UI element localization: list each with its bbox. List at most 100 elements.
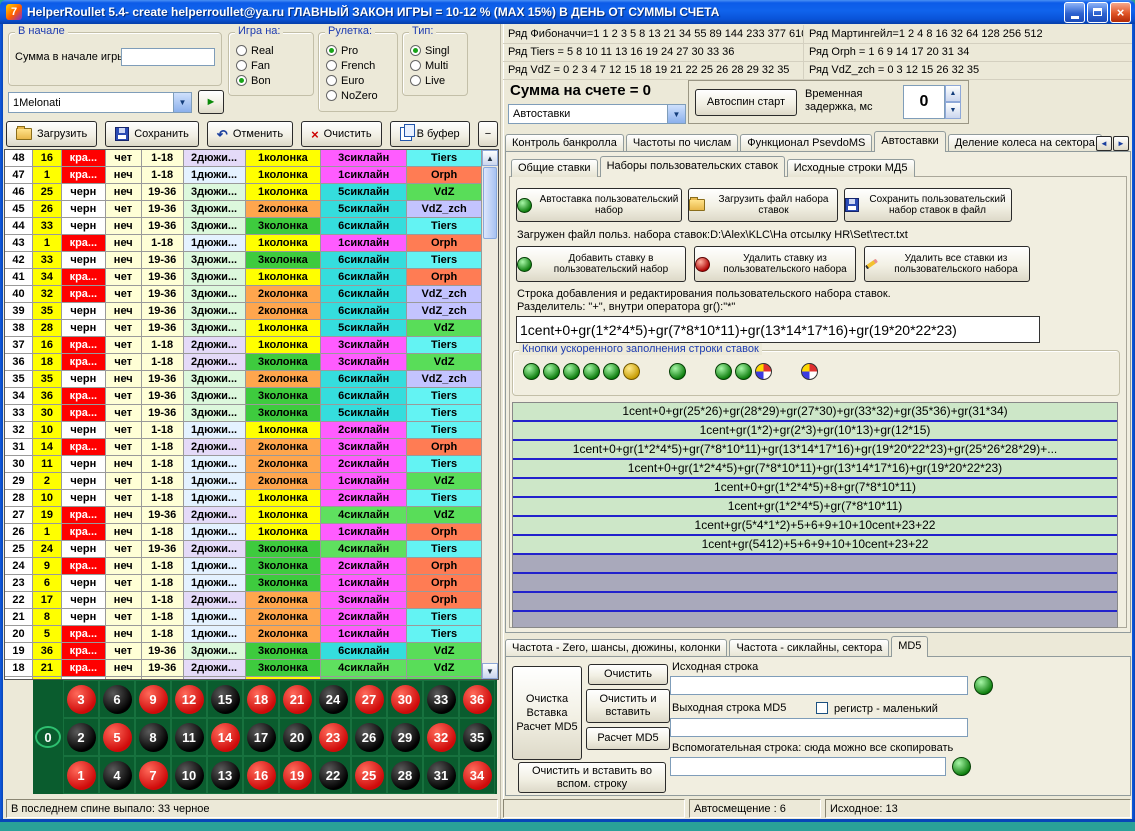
bet-list-item[interactable]: 1cent+gr(1*2*4*5)+gr(7*8*10*11) — [513, 498, 1117, 517]
table-row[interactable]: 4134кра...чет19-363дюжи...1колонка6сикла… — [5, 269, 481, 286]
sub-tab-3[interactable]: Исходные строки МД5 — [787, 159, 915, 177]
table-row[interactable]: 218чернчет1-181дюжи...2колонка2сиклайнTi… — [5, 609, 481, 626]
bet-list-item[interactable]: 1cent+0+gr(1*2*4*5)+8+gr(7*8*10*11) — [513, 479, 1117, 498]
board-cell[interactable]: 19 — [279, 756, 315, 794]
spinner-down-icon[interactable]: ▼ — [945, 102, 961, 119]
table-row[interactable]: 249кра...неч1-181дюжи...3колонка2сиклайн… — [5, 558, 481, 575]
board-cell[interactable]: 26 — [351, 718, 387, 756]
table-row[interactable]: 3716кра...чет1-182дюжи...1колонка3сиклай… — [5, 337, 481, 354]
radio-option-french[interactable]: French — [319, 58, 397, 73]
board-cell[interactable]: 4 — [99, 756, 135, 794]
autospin-start-button[interactable]: Автоспин старт — [695, 89, 797, 116]
board-cell[interactable]: 13 — [207, 756, 243, 794]
scrollbar-track[interactable] — [482, 240, 498, 663]
bottom-tab-3[interactable]: MD5 — [891, 636, 928, 657]
quick-chip-8[interactable] — [715, 363, 732, 380]
board-cell[interactable]: 1 — [63, 756, 99, 794]
bet-list-empty-row[interactable] — [513, 593, 1117, 612]
scroll-up-icon[interactable]: ▲ — [482, 150, 498, 166]
quick-chip-1[interactable] — [523, 363, 540, 380]
start-sum-input[interactable] — [121, 48, 215, 66]
board-cell[interactable]: 29 — [387, 718, 423, 756]
table-row[interactable]: 2524чернчет19-362дюжи...3колонка4сиклайн… — [5, 541, 481, 558]
board-cell[interactable]: 32 — [423, 718, 459, 756]
board-cell[interactable]: 27 — [351, 680, 387, 718]
minimize-button[interactable] — [1064, 2, 1085, 23]
board-cell[interactable]: 7 — [135, 756, 171, 794]
tab-scroll-right-icon[interactable]: ► — [1113, 136, 1129, 151]
delay-spinner[interactable]: 0 — [903, 85, 945, 119]
board-cell[interactable]: 5 — [99, 718, 135, 756]
table-scrollbar[interactable]: ▲ ▼ — [481, 150, 498, 679]
radio-option-multi[interactable]: Multi — [403, 58, 467, 73]
radio-option-euro[interactable]: Euro — [319, 73, 397, 88]
table-row[interactable]: 1722чернчет19-362дюжи...1колонка4сиклайн… — [5, 677, 481, 679]
board-cell[interactable]: 10 — [171, 756, 207, 794]
md5-source-action-button[interactable] — [974, 676, 993, 695]
board-cell[interactable]: 8 — [135, 718, 171, 756]
quick-chip-7[interactable] — [669, 363, 686, 380]
collapse-button[interactable]: − — [478, 121, 498, 147]
radio-option-nozero[interactable]: NoZero — [319, 88, 397, 103]
table-row[interactable]: 431кра...неч1-181дюжи...1колонка1сиклайн… — [5, 235, 481, 252]
main-tab-5[interactable]: Деление колеса на сектора — [948, 134, 1102, 152]
board-cell[interactable]: 31 — [423, 756, 459, 794]
save-bet-set-file-button[interactable]: Сохранить пользовательский набор ставок … — [844, 188, 1012, 222]
board-cell[interactable]: 23 — [315, 718, 351, 756]
load-bet-set-file-button[interactable]: Загрузить файл набора ставок — [688, 188, 838, 222]
table-row[interactable]: 4816кра...чет1-182дюжи...1колонка3сиклай… — [5, 150, 481, 167]
radio-option-pro[interactable]: Pro — [319, 43, 397, 58]
table-row[interactable]: 1936кра...чет19-363дюжи...3колонка6сикла… — [5, 643, 481, 660]
md5-clear-and-paste-button[interactable]: Очистить и вставить — [586, 689, 670, 723]
autobet-user-set-button[interactable]: Автоставка пользовательский набор — [516, 188, 682, 222]
board-cell[interactable]: 18 — [243, 680, 279, 718]
autobets-combo[interactable]: Автоставки ▼ — [508, 104, 686, 124]
bet-list-empty-row[interactable] — [513, 612, 1117, 628]
add-bet-button[interactable]: Добавить ставку в пользовательский набор — [516, 246, 686, 282]
spinner-up-icon[interactable]: ▲ — [945, 85, 961, 102]
md5-clear-button[interactable]: Очистить — [588, 664, 668, 685]
table-row[interactable]: 1821кра...неч19-362дюжи...3колонка4сикла… — [5, 660, 481, 677]
table-row[interactable]: 292чернчет1-181дюжи...2колонка1сиклайнVd… — [5, 473, 481, 490]
md5-source-input[interactable] — [670, 676, 968, 695]
table-row[interactable]: 4233черннеч19-363дюжи...3колонка6сиклайн… — [5, 252, 481, 269]
board-cell[interactable]: 28 — [387, 756, 423, 794]
md5-aux-action-button[interactable] — [952, 757, 971, 776]
delete-all-bets-button[interactable]: Удалить все ставки из пользовательского … — [864, 246, 1030, 282]
board-cell[interactable]: 12 — [171, 680, 207, 718]
bottom-tab-2[interactable]: Частота - сиклайны, сектора — [729, 639, 889, 657]
board-zero[interactable]: 0 — [35, 726, 61, 748]
bet-list-empty-row[interactable] — [513, 555, 1117, 574]
board-cell[interactable]: 9 — [135, 680, 171, 718]
board-cell[interactable]: 30 — [387, 680, 423, 718]
quick-chip-4[interactable] — [583, 363, 600, 380]
table-row[interactable]: 4433черннеч19-363дюжи...3колонка6сиклайн… — [5, 218, 481, 235]
bet-list-empty-row[interactable] — [513, 574, 1117, 593]
md5-lowercase-checkbox[interactable] — [816, 702, 828, 714]
board-cell[interactable]: 21 — [279, 680, 315, 718]
md5-paste-to-aux-button[interactable]: Очистить и вставить во вспом. строку — [518, 762, 666, 793]
table-row[interactable]: 3011черннеч1-181дюжи...2колонка2сиклайнT… — [5, 456, 481, 473]
board-cell[interactable]: 11 — [171, 718, 207, 756]
titlebar[interactable]: 7 HelperRoullet 5.4- create helperroulle… — [0, 0, 1135, 24]
sub-tab-1[interactable]: Общие ставки — [511, 159, 598, 177]
main-tab-3[interactable]: Функционал PsevdoMS — [740, 134, 872, 152]
board-cell[interactable]: 2 — [63, 718, 99, 756]
board-cell[interactable]: 20 — [279, 718, 315, 756]
board-cell[interactable]: 22 — [315, 756, 351, 794]
main-tab-1[interactable]: Контроль банкролла — [505, 134, 624, 152]
table-row[interactable]: 471кра...неч1-181дюжи...1колонка1сиклайн… — [5, 167, 481, 184]
radio-option-bon[interactable]: Bon — [229, 73, 313, 88]
table-row[interactable]: 2719кра...неч19-362дюжи...1колонка4сикла… — [5, 507, 481, 524]
board-cell[interactable]: 3 — [63, 680, 99, 718]
board-cell[interactable]: 6 — [99, 680, 135, 718]
table-row[interactable]: 205кра...неч1-181дюжи...2колонка1сиклайн… — [5, 626, 481, 643]
combo-arrow-icon[interactable]: ▼ — [173, 93, 191, 112]
bet-list-item[interactable]: 1cent+0+gr(25*26)+gr(28*29)+gr(27*30)+gr… — [513, 403, 1117, 422]
board-cell[interactable]: 14 — [207, 718, 243, 756]
scroll-down-icon[interactable]: ▼ — [482, 663, 498, 679]
table-row[interactable]: 3618кра...чет1-182дюжи...3колонка3сиклай… — [5, 354, 481, 371]
radio-option-live[interactable]: Live — [403, 73, 467, 88]
bet-list-item[interactable]: 1cent+gr(5*4*1*2)+5+6+9+10+10cent+23+22 — [513, 517, 1117, 536]
preset-combo[interactable]: 1Melonati ▼ — [8, 92, 192, 113]
